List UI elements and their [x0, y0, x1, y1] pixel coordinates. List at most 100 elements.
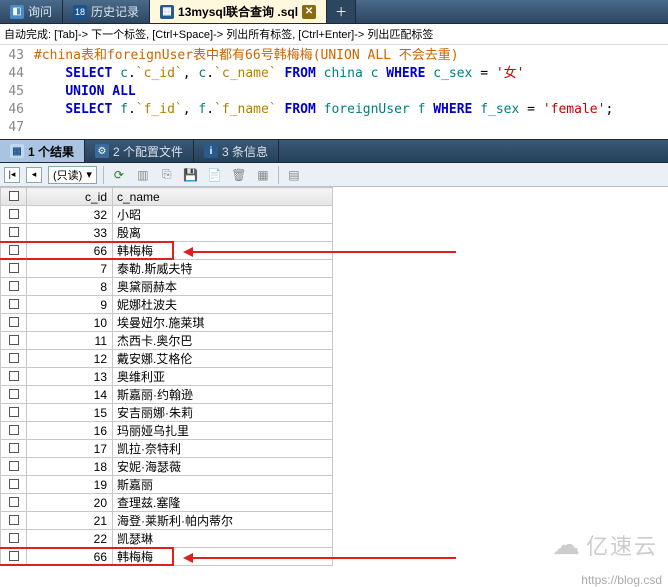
row-checkbox[interactable]	[1, 206, 27, 224]
row-checkbox[interactable]	[1, 476, 27, 494]
row-checkbox[interactable]	[1, 494, 27, 512]
table-row[interactable]: 13奥维利亚	[1, 368, 333, 386]
cell-name[interactable]: 安吉丽娜·朱莉	[113, 404, 333, 422]
tab-history[interactable]: 18 历史记录	[63, 0, 150, 23]
header-checkbox[interactable]	[1, 188, 27, 206]
row-checkbox[interactable]	[1, 512, 27, 530]
tab-sql-file[interactable]: ▦ 13mysql联合查询 .sql ✕	[150, 0, 327, 23]
cell-name[interactable]: 斯嘉丽·约翰逊	[113, 386, 333, 404]
cell-id[interactable]: 18	[27, 458, 113, 476]
table-row[interactable]: 15安吉丽娜·朱莉	[1, 404, 333, 422]
cell-name[interactable]: 凯拉·奈特利	[113, 440, 333, 458]
cell-id[interactable]: 32	[27, 206, 113, 224]
cell-id[interactable]: 19	[27, 476, 113, 494]
cell-name[interactable]: 埃曼妞尔.施莱琪	[113, 314, 333, 332]
cell-name[interactable]: 玛丽娅乌扎里	[113, 422, 333, 440]
cell-id[interactable]: 33	[27, 224, 113, 242]
row-checkbox[interactable]	[1, 368, 27, 386]
cell-id[interactable]: 8	[27, 278, 113, 296]
filter-button[interactable]: ▦	[254, 166, 272, 184]
cell-id[interactable]: 17	[27, 440, 113, 458]
cell-name[interactable]: 海登·莱斯利·帕内蒂尔	[113, 512, 333, 530]
header-c-name[interactable]: c_name	[113, 188, 333, 206]
row-checkbox[interactable]	[1, 224, 27, 242]
cell-name[interactable]: 奥黛丽赫本	[113, 278, 333, 296]
cell-id[interactable]: 7	[27, 260, 113, 278]
cell-id[interactable]: 12	[27, 350, 113, 368]
cell-id[interactable]: 15	[27, 404, 113, 422]
row-checkbox[interactable]	[1, 278, 27, 296]
save-button[interactable]: 💾	[182, 166, 200, 184]
first-page-button[interactable]: |◂	[4, 167, 20, 183]
export-button[interactable]: 📄	[206, 166, 224, 184]
table-row[interactable]: 17凯拉·奈特利	[1, 440, 333, 458]
cell-id[interactable]: 10	[27, 314, 113, 332]
cell-id[interactable]: 66	[27, 548, 113, 566]
row-checkbox[interactable]	[1, 260, 27, 278]
cell-name[interactable]: 妮娜杜波夫	[113, 296, 333, 314]
profiles-tab[interactable]: ⚙ 2 个配置文件	[85, 140, 194, 162]
table-row[interactable]: 8奥黛丽赫本	[1, 278, 333, 296]
row-checkbox[interactable]	[1, 404, 27, 422]
table-row[interactable]: 21海登·莱斯利·帕内蒂尔	[1, 512, 333, 530]
cell-name[interactable]: 戴安娜.艾格伦	[113, 350, 333, 368]
close-icon[interactable]: ✕	[302, 5, 316, 19]
table-row[interactable]: 18安妮·海瑟薇	[1, 458, 333, 476]
sql-editor[interactable]: 43#china表和foreignUser表中都有66号韩梅梅(UNION AL…	[0, 45, 668, 139]
row-checkbox[interactable]	[1, 458, 27, 476]
cell-name[interactable]: 泰勒.斯威夫特	[113, 260, 333, 278]
cell-id[interactable]: 11	[27, 332, 113, 350]
row-checkbox[interactable]	[1, 332, 27, 350]
results-tab[interactable]: ▦ 1 个结果	[0, 140, 85, 162]
cell-name[interactable]: 小昭	[113, 206, 333, 224]
cell-name[interactable]: 凯瑟琳	[113, 530, 333, 548]
table-row[interactable]: 9妮娜杜波夫	[1, 296, 333, 314]
cell-name[interactable]: 安妮·海瑟薇	[113, 458, 333, 476]
table-row[interactable]: 16玛丽娅乌扎里	[1, 422, 333, 440]
copy-button[interactable]: ⎘	[158, 166, 176, 184]
cell-id[interactable]: 13	[27, 368, 113, 386]
cell-name[interactable]: 斯嘉丽	[113, 476, 333, 494]
row-checkbox[interactable]	[1, 314, 27, 332]
cell-id[interactable]: 20	[27, 494, 113, 512]
cell-name[interactable]: 查理兹.塞隆	[113, 494, 333, 512]
row-checkbox[interactable]	[1, 296, 27, 314]
table-row[interactable]: 7泰勒.斯威夫特	[1, 260, 333, 278]
prev-page-button[interactable]: ◂	[26, 167, 42, 183]
table-row[interactable]: 10埃曼妞尔.施莱琪	[1, 314, 333, 332]
new-tab-button[interactable]: ＋	[327, 0, 356, 23]
table-row[interactable]: 33殷离	[1, 224, 333, 242]
readonly-dropdown[interactable]: (只读)▾	[48, 166, 97, 184]
cell-name[interactable]: 殷离	[113, 224, 333, 242]
cell-id[interactable]: 14	[27, 386, 113, 404]
table-row[interactable]: 14斯嘉丽·约翰逊	[1, 386, 333, 404]
delete-button[interactable]: 🗑	[230, 166, 248, 184]
table-row[interactable]: 12戴安娜.艾格伦	[1, 350, 333, 368]
messages-tab[interactable]: i 3 条信息	[194, 140, 279, 162]
table-row[interactable]: 20查理兹.塞隆	[1, 494, 333, 512]
cell-id[interactable]: 22	[27, 530, 113, 548]
cell-id[interactable]: 66	[27, 242, 113, 260]
row-checkbox[interactable]	[1, 242, 27, 260]
cell-id[interactable]: 21	[27, 512, 113, 530]
row-checkbox[interactable]	[1, 548, 27, 566]
row-checkbox[interactable]	[1, 386, 27, 404]
row-checkbox[interactable]	[1, 350, 27, 368]
header-c-id[interactable]: c_id	[27, 188, 113, 206]
row-checkbox[interactable]	[1, 440, 27, 458]
row-checkbox[interactable]	[1, 530, 27, 548]
cell-id[interactable]: 16	[27, 422, 113, 440]
cell-name[interactable]: 奥维利亚	[113, 368, 333, 386]
table-row[interactable]: 11杰西卡.奥尔巴	[1, 332, 333, 350]
tab-query[interactable]: ◧ 询问	[0, 0, 63, 23]
view-button[interactable]: ▤	[285, 166, 303, 184]
table-row[interactable]: 22凯瑟琳	[1, 530, 333, 548]
cell-name[interactable]: 杰西卡.奥尔巴	[113, 332, 333, 350]
results-grid[interactable]: c_id c_name 32小昭33殷离66韩梅梅7泰勒.斯威夫特8奥黛丽赫本9…	[0, 187, 333, 566]
add-row-button[interactable]: ▥	[134, 166, 152, 184]
table-row[interactable]: 19斯嘉丽	[1, 476, 333, 494]
cell-id[interactable]: 9	[27, 296, 113, 314]
row-checkbox[interactable]	[1, 422, 27, 440]
refresh-button[interactable]: ⟳	[110, 166, 128, 184]
table-row[interactable]: 32小昭	[1, 206, 333, 224]
